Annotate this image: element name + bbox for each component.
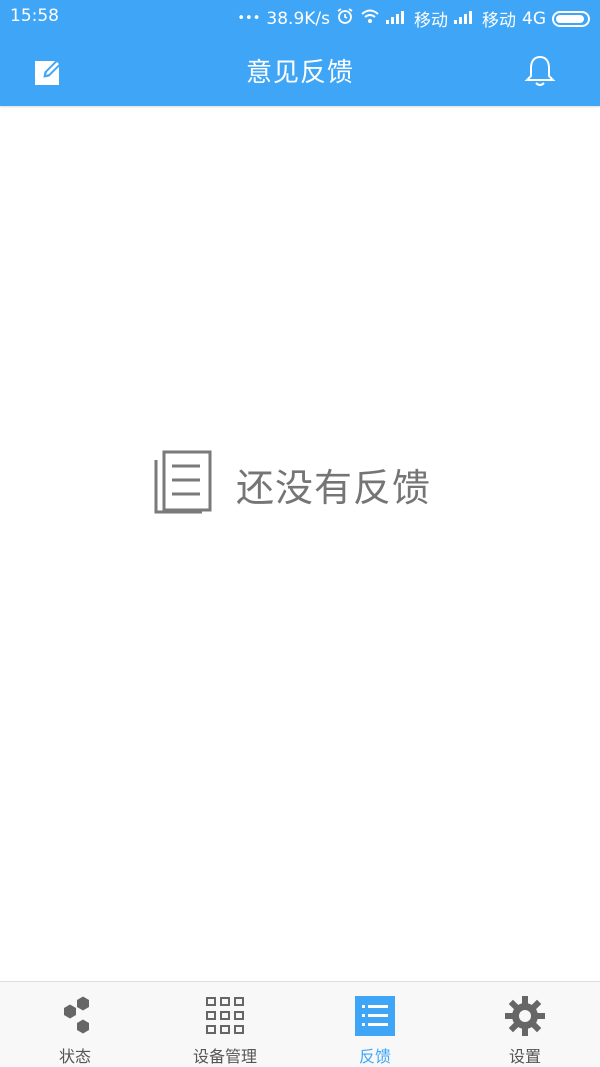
- empty-message: 还没有反馈: [236, 466, 432, 510]
- empty-state: 还没有反馈: [0, 448, 600, 518]
- hexagons-icon: [64, 996, 89, 1034]
- nav-label: 状态: [58, 1047, 91, 1066]
- list-icon: [355, 996, 395, 1036]
- signal-icon: [386, 9, 408, 29]
- carrier-2: 移动: [482, 11, 516, 31]
- page-title: 意见反馈: [245, 58, 354, 88]
- carrier-1: 移动: [414, 11, 448, 31]
- status-right: ••• 38.9K/s 移动 移动 4G: [237, 6, 590, 31]
- gear-icon: [505, 996, 545, 1036]
- app-bar: 意见反馈: [0, 33, 600, 106]
- wifi-icon: [360, 8, 380, 29]
- network-speed: 38.9K/s: [266, 8, 330, 29]
- status-dots: •••: [237, 11, 261, 26]
- status-time: 15:58: [10, 6, 59, 26]
- signal-icon: [454, 9, 476, 29]
- bottom-nav: 状态 设备管理 反馈 设置: [0, 981, 600, 1067]
- bell-icon: [524, 55, 556, 86]
- status-bar: 15:58 ••• 38.9K/s 移动 移动 4G: [0, 0, 600, 33]
- nav-label: 设备管理: [192, 1047, 257, 1066]
- network-type: 4G: [522, 8, 546, 29]
- nav-item-status[interactable]: 状态: [0, 982, 150, 1067]
- nav-item-settings[interactable]: 设置: [450, 982, 600, 1067]
- document-list-icon: [154, 450, 212, 514]
- nav-label: 设置: [508, 1047, 541, 1066]
- nav-label: 反馈: [358, 1047, 391, 1066]
- alarm-icon: [336, 7, 354, 30]
- grid-icon: [206, 997, 244, 1034]
- notification-button[interactable]: [522, 53, 558, 89]
- nav-item-device-management[interactable]: 设备管理: [150, 982, 300, 1067]
- battery-icon: [552, 10, 590, 27]
- nav-item-feedback[interactable]: 反馈: [300, 982, 450, 1067]
